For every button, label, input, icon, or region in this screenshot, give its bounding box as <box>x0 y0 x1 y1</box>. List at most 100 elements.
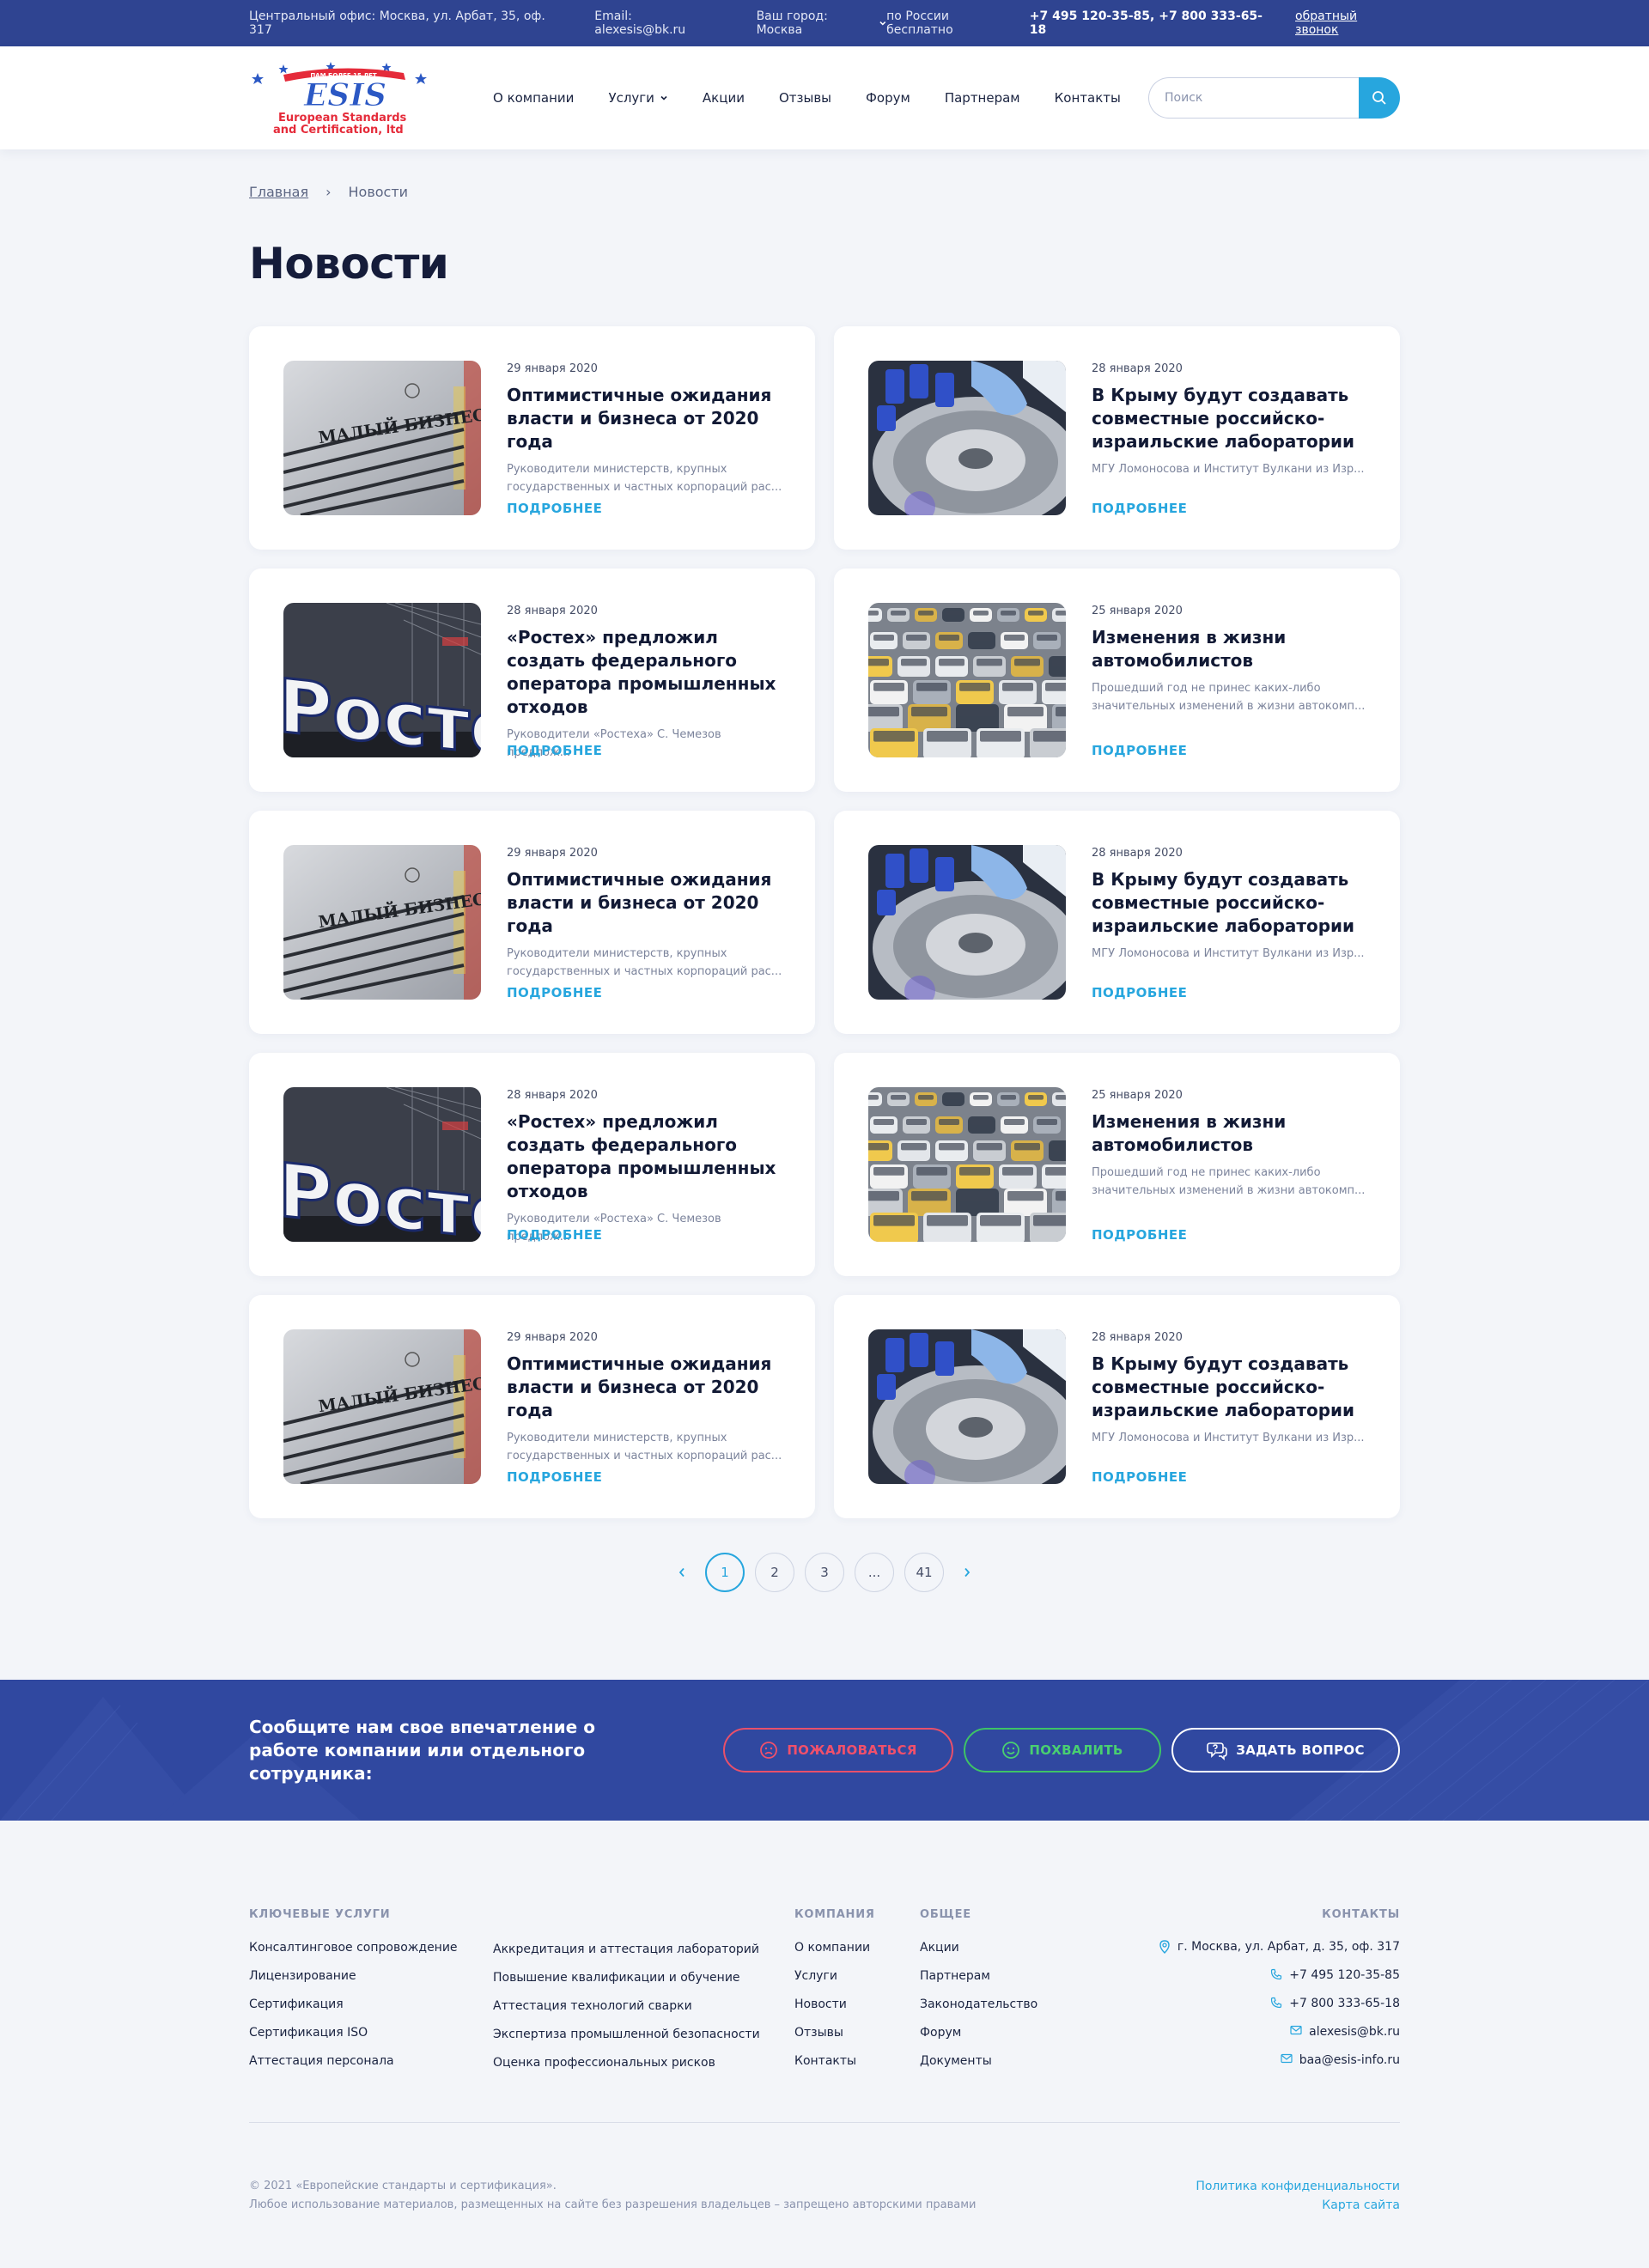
news-excerpt: МГУ Ломоносова и Институт Вулкани из Изр… <box>1092 1432 1365 1444</box>
news-card[interactable]: 28 января 2020 В Крыму будут создавать со… <box>834 1295 1400 1518</box>
footer-contact-email-2[interactable]: baa@esis-info.ru <box>1125 2053 1400 2082</box>
footer-link[interactable]: Экспертиза промышленной безопасности <box>493 2027 760 2055</box>
news-thumbnail[interactable] <box>868 361 1066 515</box>
nav-item-partners[interactable]: Партнерам <box>945 90 1020 106</box>
news-thumbnail[interactable] <box>868 1329 1066 1484</box>
footer-link[interactable]: Аттестация персонала <box>249 2053 458 2082</box>
news-title[interactable]: В Крыму будут создавать совместные росси… <box>1092 384 1369 453</box>
news-date: 29 января 2020 <box>507 847 598 860</box>
nav-item-about[interactable]: О компании <box>493 90 574 106</box>
sad-face-icon <box>760 1742 778 1759</box>
news-card[interactable]: Ростех 28 января 2020 «Ростех» предложил с… <box>249 569 815 792</box>
news-thumbnail[interactable] <box>868 845 1066 1000</box>
read-more-link[interactable]: ПОДРОБНЕЕ <box>1092 1469 1187 1485</box>
news-title[interactable]: Оптимистичные ожидания власти и бизнеса … <box>507 1353 784 1422</box>
thumb-image <box>868 1329 1066 1484</box>
praise-button[interactable]: ПОХВАЛИТЬ <box>964 1728 1161 1772</box>
pagination-next[interactable] <box>954 1553 980 1592</box>
pagination-page-1[interactable]: 1 <box>705 1553 745 1592</box>
news-thumbnail[interactable] <box>868 1087 1066 1242</box>
sitemap-link[interactable]: Карта сайта <box>1196 2196 1400 2215</box>
nav-item-contacts[interactable]: Контакты <box>1055 90 1121 106</box>
read-more-link[interactable]: ПОДРОБНЕЕ <box>1092 501 1187 516</box>
site-header: ПАМ БОЛЕЕ 15 ЛЕТ ESIS European Standards… <box>0 46 1649 149</box>
footer-link[interactable]: Оценка профессиональных рисков <box>493 2055 760 2083</box>
news-title[interactable]: Оптимистичные ожидания власти и бизнеса … <box>507 868 784 938</box>
breadcrumb: Главная › Новости <box>249 184 408 200</box>
news-title[interactable]: Оптимистичные ожидания власти и бизнеса … <box>507 384 784 453</box>
breadcrumb-home[interactable]: Главная <box>249 184 308 200</box>
news-card[interactable]: МАЛЫЙ БИЗНЕС 29 января 2020 Оптимистичные … <box>249 326 815 550</box>
footer-link[interactable]: Документы <box>920 2053 1037 2082</box>
esis-logo[interactable]: ПАМ БОЛЕЕ 15 ЛЕТ ESIS European Standards… <box>249 61 433 137</box>
news-thumbnail[interactable]: МАЛЫЙ БИЗНЕС <box>283 361 481 515</box>
footer-link[interactable]: Законодательство <box>920 1997 1037 2025</box>
news-thumbnail[interactable]: МАЛЫЙ БИЗНЕС <box>283 845 481 1000</box>
news-excerpt: МГУ Ломоносова и Институт Вулкани из Изр… <box>1092 463 1365 476</box>
news-excerpt: МГУ Ломоносова и Институт Вулкани из Изр… <box>1092 947 1365 960</box>
news-title[interactable]: В Крыму будут создавать совместные росси… <box>1092 1353 1369 1422</box>
footer-link[interactable]: Консалтинговое сопровождение <box>249 1940 458 1968</box>
news-card[interactable]: 28 января 2020 В Крыму будут создавать со… <box>834 326 1400 550</box>
footer-link[interactable]: Повышение квалификации и обучение <box>493 1970 760 1998</box>
footer-link[interactable]: Акции <box>920 1940 1037 1968</box>
news-card[interactable]: 25 января 2020 Изменения в жизни автомоби… <box>834 569 1400 792</box>
read-more-link[interactable]: ПОДРОБНЕЕ <box>1092 985 1187 1000</box>
footer-link[interactable]: Контакты <box>794 2053 875 2082</box>
news-thumbnail[interactable] <box>868 603 1066 757</box>
nav-item-promotions[interactable]: Акции <box>703 90 745 106</box>
read-more-link[interactable]: ПОДРОБНЕЕ <box>507 1469 602 1485</box>
news-card[interactable]: МАЛЫЙ БИЗНЕС 29 января 2020 Оптимистичные … <box>249 1295 815 1518</box>
news-excerpt: Прошедший год не принес каких-либо значи… <box>1092 1166 1366 1197</box>
ask-question-button[interactable]: ЗАДАТЬ ВОПРОС <box>1171 1728 1400 1772</box>
footer-link[interactable]: Услуги <box>794 1968 875 1997</box>
footer-link[interactable]: О компании <box>794 1940 875 1968</box>
footer-link[interactable]: Отзывы <box>794 2025 875 2053</box>
thumb-image <box>868 1087 1066 1242</box>
news-thumbnail[interactable]: Ростех <box>283 603 481 757</box>
read-more-link[interactable]: ПОДРОБНЕЕ <box>507 501 602 516</box>
pagination-page-2[interactable]: 2 <box>755 1553 794 1592</box>
footer-contact-phone-1[interactable]: +7 495 120-35-85 <box>1125 1968 1400 1997</box>
search-button[interactable] <box>1359 77 1400 119</box>
read-more-link[interactable]: ПОДРОБНЕЕ <box>1092 743 1187 758</box>
news-card[interactable]: МАЛЫЙ БИЗНЕС 29 января 2020 Оптимистичные … <box>249 811 815 1034</box>
pagination-prev[interactable] <box>669 1553 695 1592</box>
news-card[interactable]: 25 января 2020 Изменения в жизни автомоби… <box>834 1053 1400 1276</box>
footer-contact-phone-2[interactable]: +7 800 333-65-18 <box>1125 1997 1400 2025</box>
footer-contact-address[interactable]: г. Москва, ул. Арбат, д. 35, оф. 317 <box>1125 1940 1400 1968</box>
news-title[interactable]: Изменения в жизни автомобилистов <box>1092 626 1369 672</box>
read-more-link[interactable]: ПОДРОБНЕЕ <box>507 985 602 1000</box>
footer-link[interactable]: Аттестация технологий сварки <box>493 1998 760 2027</box>
news-card[interactable]: 28 января 2020 В Крыму будут создавать со… <box>834 811 1400 1034</box>
footer-link[interactable]: Новости <box>794 1997 875 2025</box>
footer-link[interactable]: Партнерам <box>920 1968 1037 1997</box>
footer-link[interactable]: Форум <box>920 2025 1037 2053</box>
news-thumbnail[interactable]: МАЛЫЙ БИЗНЕС <box>283 1329 481 1484</box>
pagination-page-3[interactable]: 3 <box>805 1553 844 1592</box>
footer-link[interactable]: Сертификация ISO <box>249 2025 458 2053</box>
complain-button[interactable]: ПОЖАЛОВАТЬСЯ <box>723 1728 953 1772</box>
news-thumbnail[interactable]: Ростех <box>283 1087 481 1242</box>
pagination-page-last[interactable]: 41 <box>904 1553 944 1592</box>
footer-link[interactable]: Аккредитация и аттестация лабораторий <box>493 1942 760 1970</box>
privacy-policy-link[interactable]: Политика конфиденциальности <box>1196 2177 1400 2196</box>
footer-contact-email-1[interactable]: alexesis@bk.ru <box>1125 2025 1400 2053</box>
footer-link[interactable]: Сертификация <box>249 1997 458 2025</box>
search-input[interactable] <box>1148 77 1359 119</box>
read-more-link[interactable]: ПОДРОБНЕЕ <box>507 1227 602 1243</box>
nav-item-reviews[interactable]: Отзывы <box>779 90 831 106</box>
nav-item-services[interactable]: Услуги <box>608 90 667 106</box>
search-icon <box>1372 91 1386 105</box>
news-card[interactable]: Ростех 28 января 2020 «Ростех» предложил с… <box>249 1053 815 1276</box>
read-more-link[interactable]: ПОДРОБНЕЕ <box>507 743 602 758</box>
chevron-left-icon <box>678 1567 685 1578</box>
nav-item-forum[interactable]: Форум <box>866 90 910 106</box>
footer-link[interactable]: Лицензирование <box>249 1968 458 1997</box>
read-more-link[interactable]: ПОДРОБНЕЕ <box>1092 1227 1187 1243</box>
news-title[interactable]: «Ростех» предложил создать федерального … <box>507 1110 784 1203</box>
news-title[interactable]: «Ростех» предложил создать федерального … <box>507 626 784 719</box>
news-title[interactable]: Изменения в жизни автомобилистов <box>1092 1110 1369 1157</box>
news-title[interactable]: В Крыму будут создавать совместные росси… <box>1092 868 1369 938</box>
smile-face-icon <box>1002 1742 1020 1759</box>
